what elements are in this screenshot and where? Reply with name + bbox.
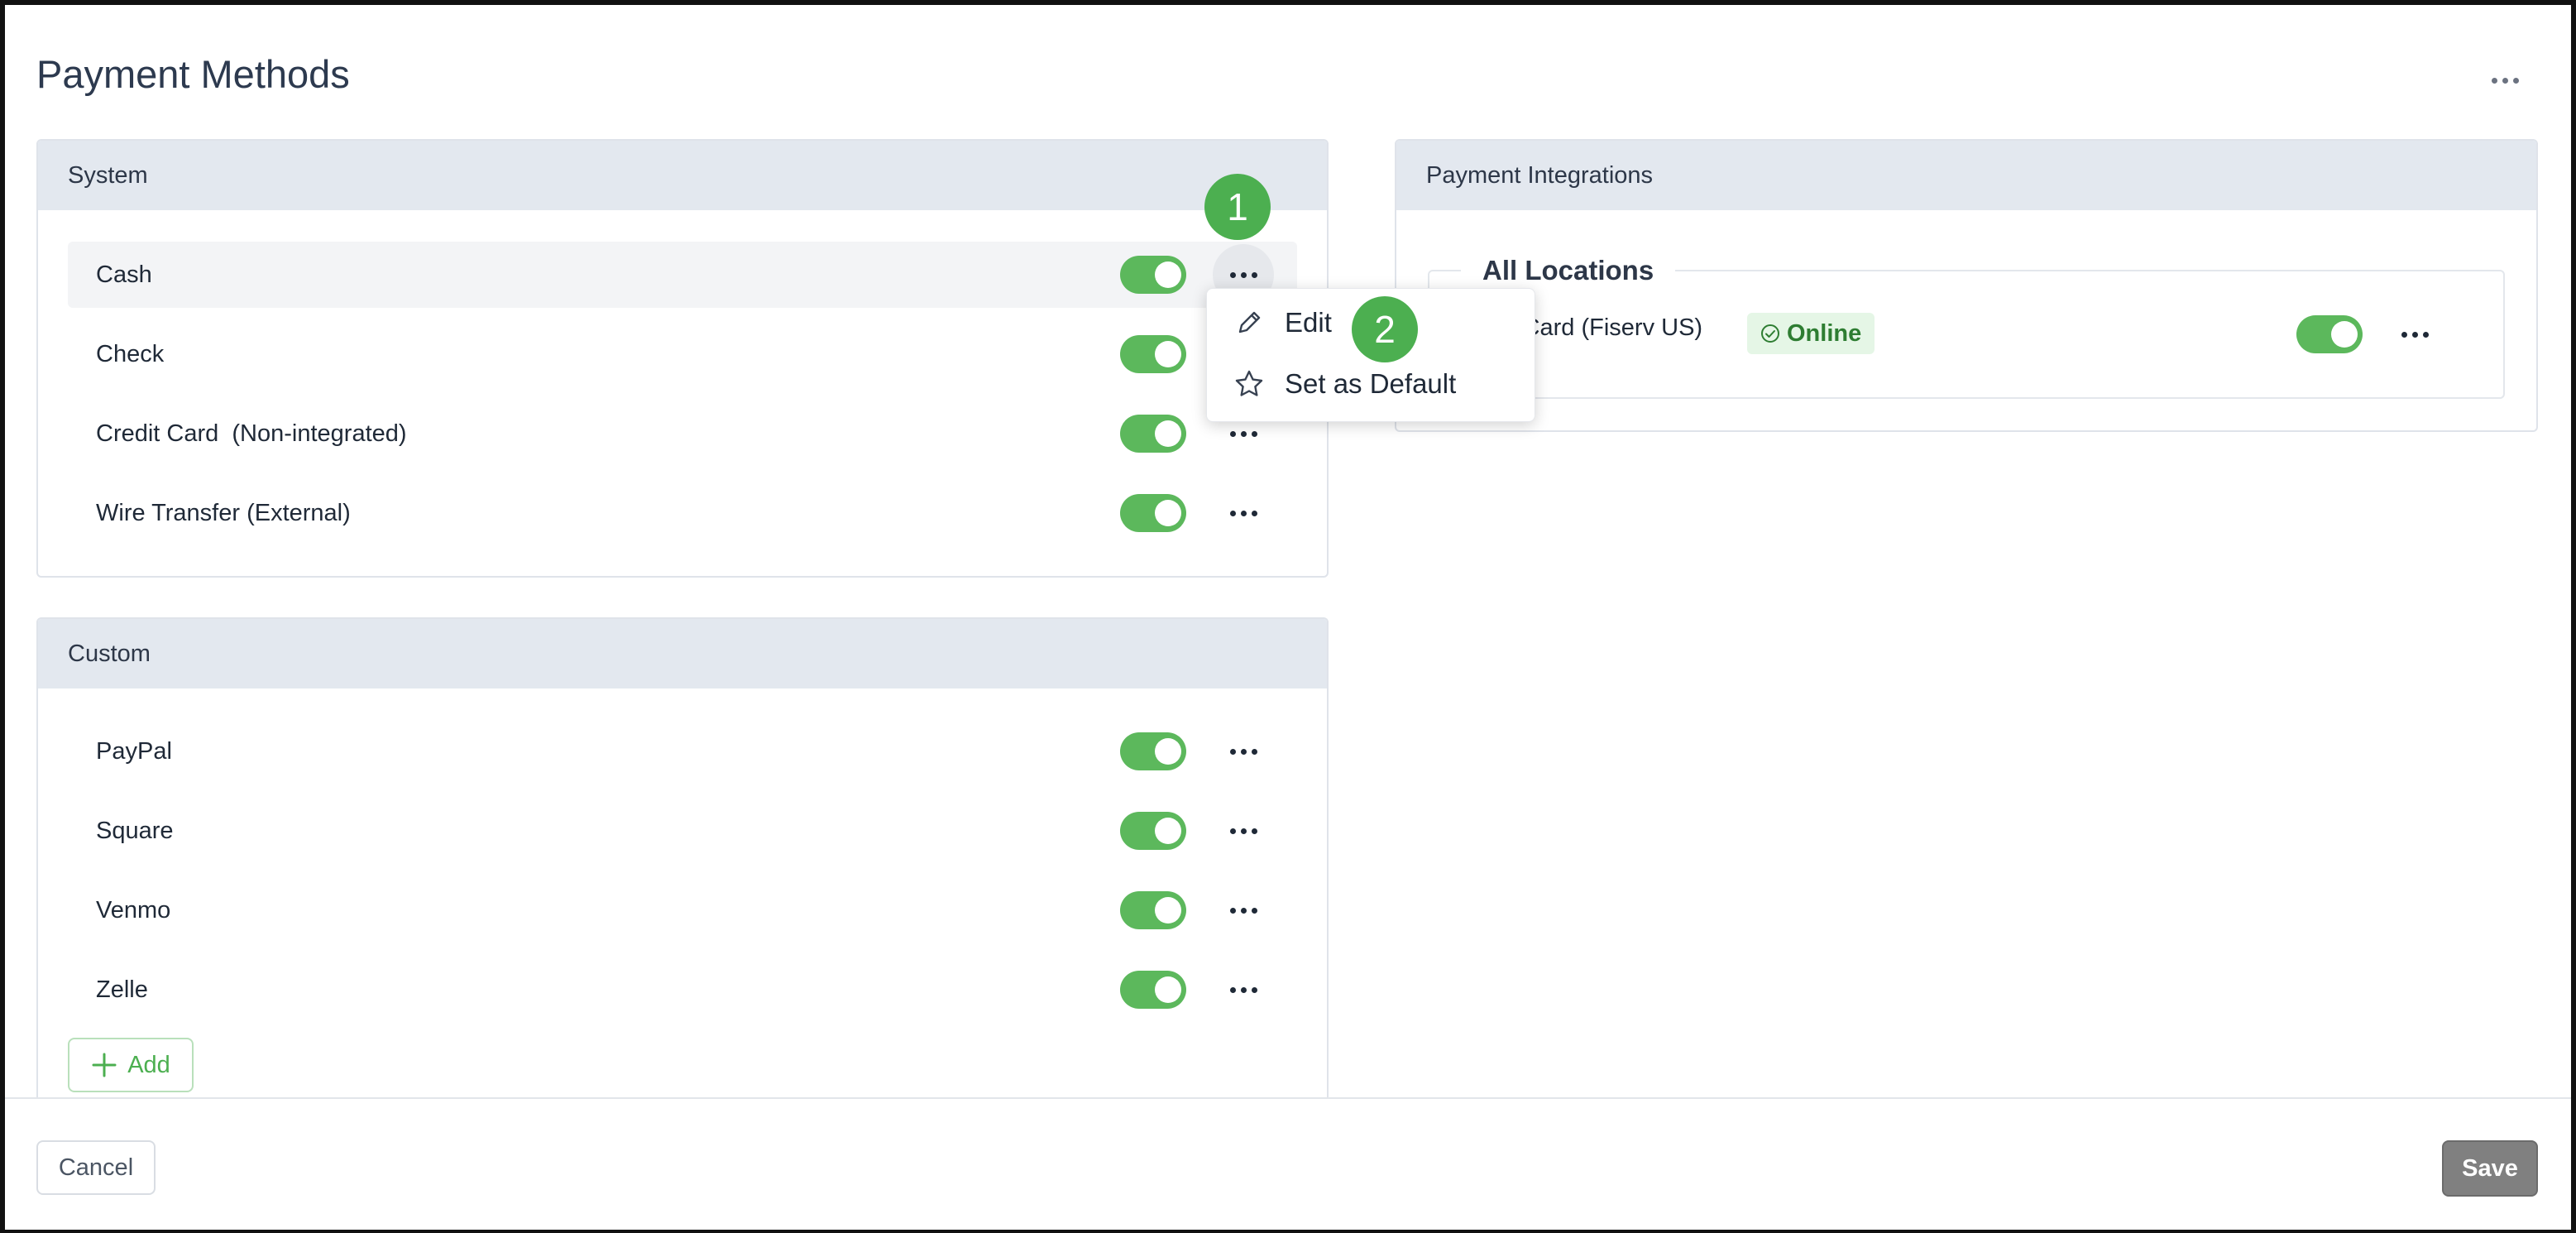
more-icon	[1229, 510, 1257, 516]
system-panel: System Cash Check Credit Card (Non-integ…	[36, 139, 1329, 578]
custom-panel: Custom PayPal Square Venmo Zelle Add	[36, 617, 1329, 1114]
payment-method-row: Cash	[68, 242, 1297, 308]
menu-item-set-default[interactable]: Set as Default	[1233, 368, 1456, 400]
payment-method-row: Zelle	[68, 957, 1297, 1023]
menu-item-label: Set as Default	[1285, 368, 1457, 399]
location-group: All Locations it Card (Fiserv US) Online	[1428, 255, 2505, 399]
row-more-button[interactable]	[1213, 880, 1274, 941]
more-icon	[2401, 331, 2429, 338]
cancel-button[interactable]: Cancel	[36, 1140, 156, 1195]
more-icon	[1229, 828, 1257, 834]
step-marker-1: 1	[1204, 174, 1271, 240]
payment-method-label: Cash	[96, 261, 152, 288]
more-icon	[1229, 748, 1257, 755]
payment-method-label: Credit Card (Non-integrated)	[96, 420, 407, 447]
pencil-icon	[1238, 311, 1261, 333]
page-more-button[interactable]	[2480, 60, 2530, 101]
enable-toggle[interactable]	[1120, 971, 1186, 1009]
system-panel-title: System	[38, 141, 1327, 210]
enable-toggle[interactable]	[2296, 315, 2363, 353]
more-icon	[1229, 907, 1257, 914]
enable-toggle[interactable]	[1120, 415, 1186, 453]
integrations-panel-title: Payment Integrations	[1396, 141, 2536, 210]
payment-method-label: Wire Transfer (External)	[96, 499, 351, 526]
payment-method-row: PayPal	[68, 718, 1297, 784]
page-title: Payment Methods	[36, 52, 350, 96]
menu-item-label: Edit	[1285, 307, 1332, 338]
row-more-button[interactable]	[1213, 482, 1274, 544]
enable-toggle[interactable]	[1120, 891, 1186, 929]
save-button[interactable]: Save	[2442, 1140, 2538, 1197]
integrations-panel: Payment Integrations All Locations it Ca…	[1395, 139, 2538, 432]
payment-method-label: Check	[96, 340, 165, 367]
star-icon	[1235, 370, 1263, 396]
row-more-button[interactable]	[2384, 304, 2445, 365]
more-icon	[1229, 430, 1257, 437]
enable-toggle[interactable]	[1120, 812, 1186, 850]
payment-method-row: Credit Card (Non-integrated)	[68, 401, 1297, 467]
payment-method-row: Check	[68, 321, 1297, 387]
add-button-label: Add	[127, 1051, 170, 1078]
enable-toggle[interactable]	[1120, 335, 1186, 373]
check-circle-icon	[1761, 324, 1779, 343]
custom-panel-title: Custom	[38, 619, 1327, 688]
enable-toggle[interactable]	[1120, 256, 1186, 294]
payment-method-label: Venmo	[96, 896, 171, 924]
more-icon	[1229, 271, 1257, 278]
payment-method-label: Square	[96, 817, 174, 844]
location-group-title: All Locations	[1461, 255, 1676, 286]
payment-method-row: Square	[68, 798, 1297, 864]
status-text: Online	[1787, 319, 1862, 347]
more-icon	[2491, 77, 2519, 84]
plus-icon	[92, 1053, 117, 1077]
row-more-button[interactable]	[1213, 959, 1274, 1020]
payment-method-label: PayPal	[96, 737, 172, 765]
footer-bar: Cancel Save	[5, 1097, 2571, 1230]
enable-toggle[interactable]	[1120, 732, 1186, 770]
enable-toggle[interactable]	[1120, 494, 1186, 532]
step-marker-2: 2	[1352, 296, 1418, 362]
add-payment-method-button[interactable]: Add	[68, 1038, 194, 1092]
row-more-button[interactable]	[1213, 721, 1274, 782]
row-more-button[interactable]	[1213, 800, 1274, 861]
menu-item-edit[interactable]: Edit	[1233, 307, 1332, 338]
payment-method-row: Venmo	[68, 877, 1297, 943]
more-icon	[1229, 986, 1257, 993]
payment-method-row: Wire Transfer (External)	[68, 480, 1297, 546]
status-badge: Online	[1747, 313, 1875, 354]
payment-method-label: Zelle	[96, 976, 148, 1003]
